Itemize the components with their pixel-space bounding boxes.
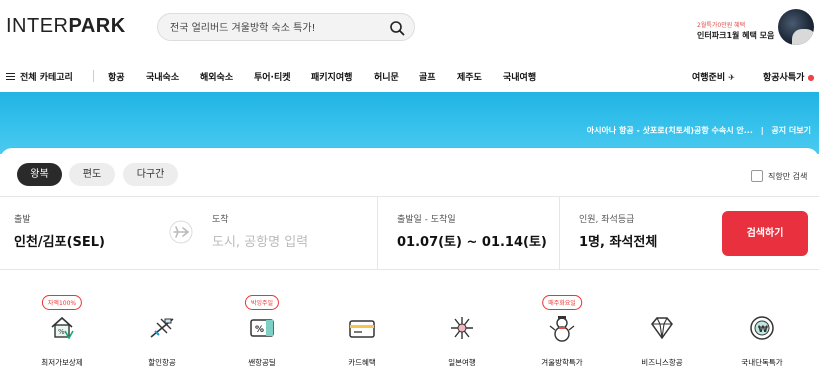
- depart-field[interactable]: 출발 인천/김포(SEL): [14, 212, 105, 250]
- notice-more-link[interactable]: 공지 더보기: [771, 126, 811, 135]
- quick-label: 비즈니스항공: [641, 358, 683, 367]
- main-nav: 전체 카테고리 항공 국내숙소 해외숙소 투어·티켓 패키지여행 허니문 골프 …: [0, 60, 819, 92]
- flag-icon: ✈: [728, 73, 735, 82]
- svg-text:₩: ₩: [758, 325, 768, 335]
- arrive-placeholder[interactable]: 도시, 공항명 입력: [212, 231, 308, 250]
- nav-item-package[interactable]: 패키지여행: [311, 70, 352, 83]
- quick-badge: 매주화요일: [542, 295, 582, 310]
- passenger-label: 인원, 좌석등급: [579, 215, 635, 225]
- snowman-icon: [549, 316, 575, 342]
- dates-label: 출발일 - 도착일: [397, 215, 456, 225]
- global-search-input[interactable]: [170, 19, 380, 37]
- nav-item-golf[interactable]: 골프: [419, 70, 436, 83]
- trip-type-roundtrip[interactable]: 왕복: [17, 163, 62, 186]
- quick-badge: 차액100%: [41, 295, 83, 310]
- svg-text:%: %: [58, 328, 65, 336]
- field-divider: [559, 197, 560, 269]
- trip-type-multicity[interactable]: 다구간: [123, 163, 178, 186]
- swap-plane-icon[interactable]: [168, 220, 194, 244]
- ticker-divider: |: [760, 126, 764, 135]
- quick-link-domestic-deals[interactable]: ₩ 국내단독특가: [722, 295, 802, 375]
- quick-link-flight-deals[interactable]: 박잉주일 % 쌘항공딜: [222, 295, 302, 375]
- nav-item-travel-prep[interactable]: 여행준비 ✈: [692, 70, 735, 83]
- percent-ticket-icon: %: [250, 319, 274, 337]
- japan-travel-icon: [451, 317, 473, 339]
- nav-item-domestic-travel[interactable]: 국내여행: [503, 70, 536, 83]
- hero-banner: [0, 92, 819, 154]
- quick-link-card-benefits[interactable]: 카드혜택: [322, 295, 402, 375]
- arrive-field[interactable]: 도착 도시, 공항명 입력: [212, 212, 308, 250]
- flight-search-panel: [0, 148, 819, 273]
- quick-link-business-class[interactable]: 비즈니스항공: [622, 295, 702, 375]
- promo-link[interactable]: 인터파크1월 혜택 모음: [697, 30, 774, 41]
- search-icon[interactable]: [389, 20, 405, 36]
- travel-prep-label: 여행준비: [692, 73, 726, 83]
- logo-text-light: INTER: [6, 15, 69, 37]
- trip-type-oneway[interactable]: 편도: [69, 163, 115, 186]
- interpark-logo[interactable]: INTERPARK: [6, 15, 126, 38]
- quick-label: 최저가보상제: [41, 358, 83, 367]
- nav-item-flights[interactable]: 항공: [108, 70, 125, 83]
- dates-field[interactable]: 출발일 - 도착일 01.07(토) ~ 01.14(토): [397, 212, 547, 250]
- direct-only-checkbox[interactable]: 직항만 검색: [751, 170, 807, 182]
- dates-value[interactable]: 01.07(토) ~ 01.14(토): [397, 231, 547, 250]
- panel-divider: [0, 196, 819, 197]
- depart-value[interactable]: 인천/김포(SEL): [14, 231, 105, 250]
- discount-plane-icon: [150, 318, 174, 338]
- airline-deals-label: 항공사특가: [763, 73, 805, 83]
- quick-link-price-guarantee[interactable]: 차액100% % 최저가보상제: [22, 295, 102, 375]
- hamburger-icon: [6, 73, 15, 80]
- quick-label: 국내단독특가: [741, 358, 783, 367]
- notice-ticker[interactable]: 아시아나 항공 - 삿포로(치토세)공항 수속시 안... | 공지 더보기: [587, 125, 811, 136]
- notice-text[interactable]: 아시아나 항공 - 삿포로(치토세)공항 수속시 안...: [587, 126, 753, 135]
- nav-item-honeymoon[interactable]: 허니문: [374, 70, 399, 83]
- search-button[interactable]: 검색하기: [722, 211, 808, 256]
- quick-label: 쌘항공딜: [248, 358, 276, 367]
- nav-item-jeju[interactable]: 제주도: [457, 70, 482, 83]
- global-search-bar[interactable]: [157, 13, 415, 41]
- logo-text-bold: PARK: [68, 15, 126, 37]
- all-categories-button[interactable]: 전체 카테고리: [6, 70, 73, 83]
- quick-badge: 박잉주일: [244, 295, 280, 310]
- quick-label: 겨울방학특가: [541, 358, 583, 367]
- passenger-value[interactable]: 1명, 좌석전체: [579, 231, 657, 250]
- quick-link-japan-travel[interactable]: 일본여행: [422, 295, 502, 375]
- quick-link-discount-flight[interactable]: 할인항공: [122, 295, 202, 375]
- quick-link-winter-deals[interactable]: 매주화요일 겨울방학특가: [522, 295, 602, 375]
- panel-bottom-divider: [0, 269, 819, 270]
- nav-item-airline-deals[interactable]: 항공사특가 ●: [763, 70, 815, 83]
- nav-item-domestic-stay[interactable]: 국내숙소: [146, 70, 179, 83]
- credit-card-icon: [349, 320, 375, 338]
- avatar[interactable]: [778, 9, 814, 45]
- quick-label: 카드혜택: [348, 358, 376, 367]
- arrive-label: 도착: [212, 215, 229, 225]
- passenger-field[interactable]: 인원, 좌석등급 1명, 좌석전체: [579, 212, 657, 250]
- promo-subtext[interactable]: 2월특가0만원 혜택: [697, 20, 745, 29]
- nav-item-tour-ticket[interactable]: 투어·티켓: [254, 70, 291, 83]
- quick-label: 일본여행: [448, 358, 476, 367]
- field-divider: [377, 197, 378, 269]
- nav-item-overseas-stay[interactable]: 해외숙소: [200, 70, 233, 83]
- nav-divider: [93, 70, 94, 82]
- diamond-icon: [651, 317, 673, 340]
- all-categories-label: 전체 카테고리: [20, 73, 73, 83]
- svg-text:%: %: [255, 325, 264, 335]
- depart-label: 출발: [14, 215, 31, 225]
- quick-label: 할인항공: [148, 358, 176, 367]
- price-guarantee-icon: %: [51, 316, 74, 340]
- direct-only-label: 직항만 검색: [768, 171, 808, 181]
- globe-icon: ●: [807, 73, 815, 82]
- checkbox-box[interactable]: [751, 170, 763, 182]
- won-coin-icon: ₩: [750, 316, 774, 340]
